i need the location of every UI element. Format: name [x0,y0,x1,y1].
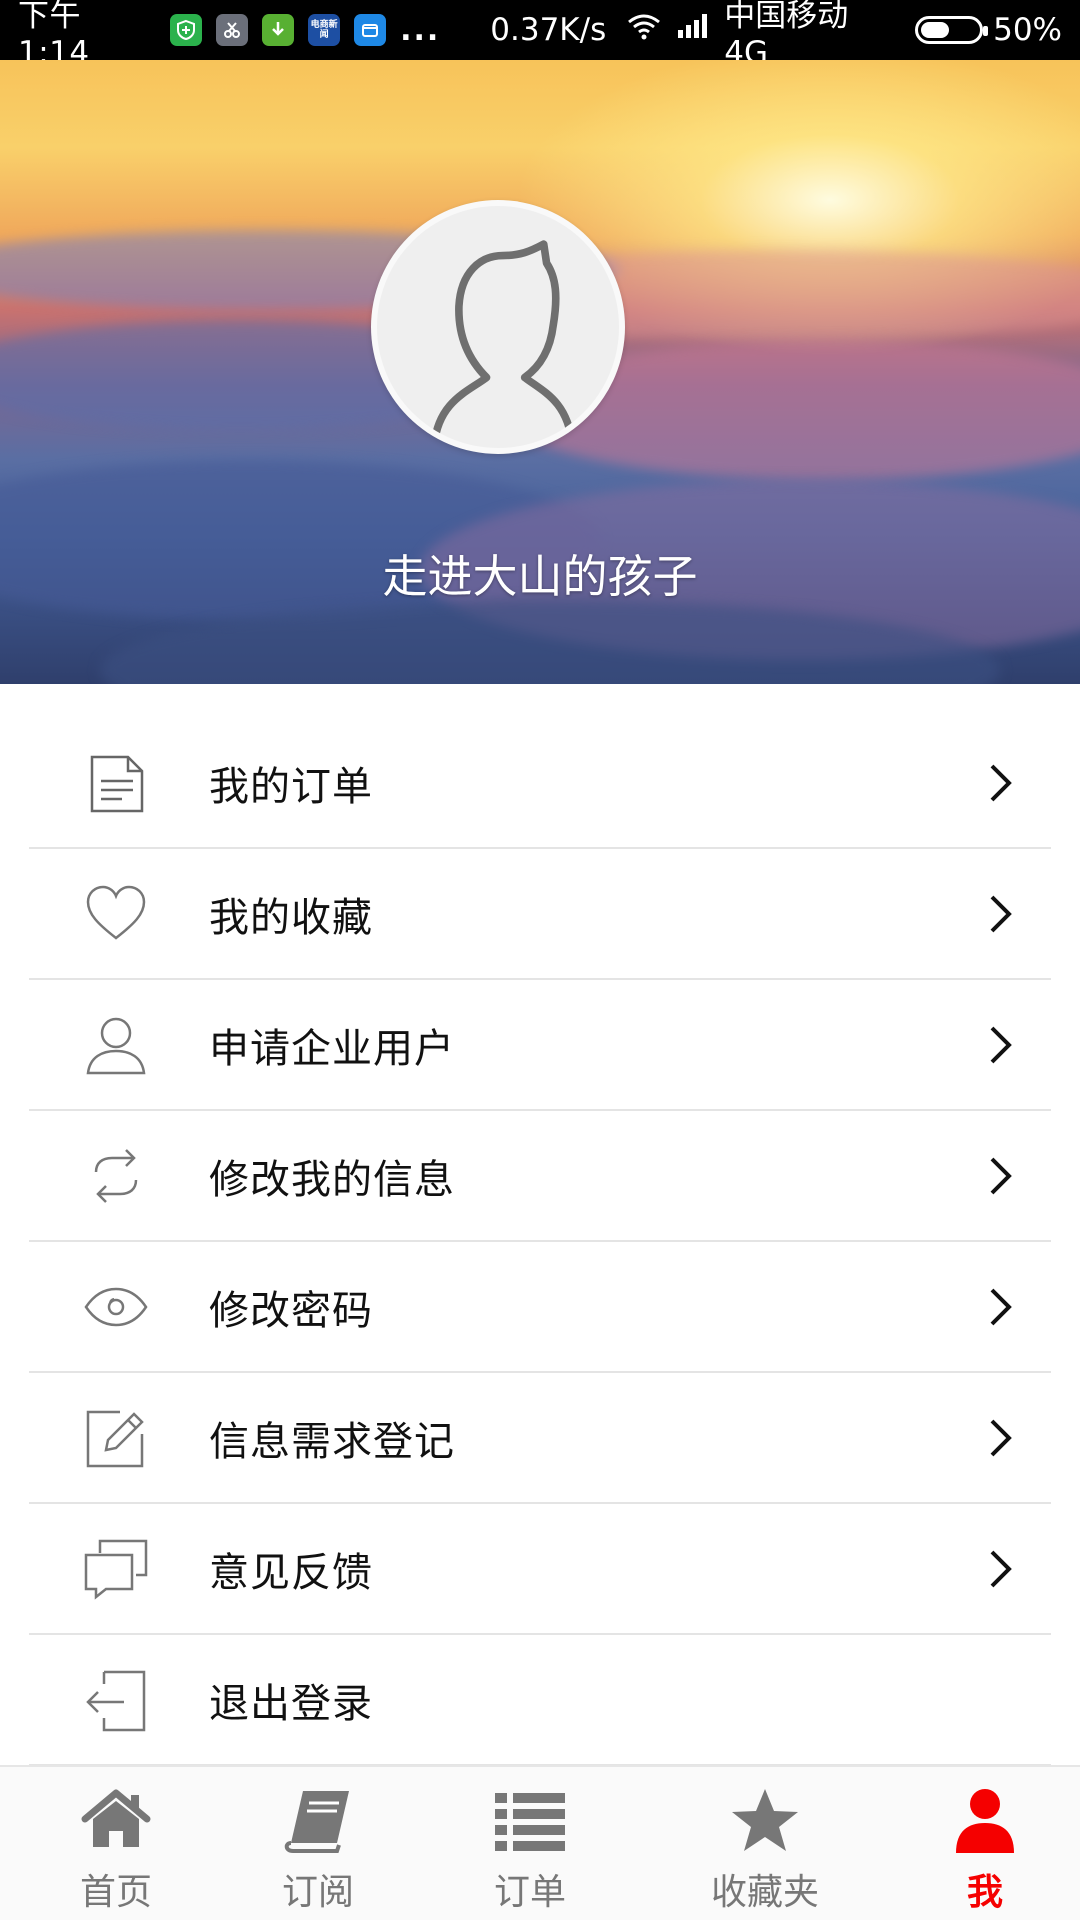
logout-icon [84,1668,148,1732]
tab-label: 订单 [493,1872,566,1913]
menu-item-logout[interactable]: 退出登录 [29,1635,1051,1766]
tab-label: 我 [966,1872,1003,1913]
shield-icon [170,14,203,46]
download-icon [262,14,295,46]
menu-item-my-orders[interactable]: 我的订单 [29,718,1051,849]
menu-item-label: 意见反馈 [209,1549,373,1596]
tab-orders[interactable]: 订单 [480,1767,580,1920]
menu-item-change-password[interactable]: 修改密码 [29,1242,1051,1373]
chevron-right-icon [989,1025,1013,1065]
menu-item-edit-info[interactable]: 修改我的信息 [29,1111,1051,1242]
heart-icon [84,882,148,946]
network-speed: 0.37K/s [490,12,607,48]
home-icon [79,1787,153,1853]
document-icon [84,751,148,815]
battery-icon [915,16,989,44]
status-bar: 下午1:14 电商新闻 ... 0.37K/s 中国移动 4G 50% [0,0,1080,71]
menu-list: 我的订单 我的收藏 申请企业用户 修改我的信息 修改密码 信息需求登记 意见反馈… [0,718,1080,1766]
person-icon [948,1787,1022,1853]
profile-header: 走进大山的孩子 [0,60,1080,684]
tab-home[interactable]: 首页 [66,1767,166,1920]
files-app-icon [354,14,387,46]
menu-item-label: 我的收藏 [209,894,373,941]
tab-me[interactable]: 我 [935,1767,1035,1920]
chevron-right-icon [989,1418,1013,1458]
tab-favorites[interactable]: 收藏夹 [700,1767,830,1920]
menu-item-label: 信息需求登记 [209,1418,455,1465]
wifi-icon [626,12,662,48]
menu-item-info-registration[interactable]: 信息需求登记 [29,1373,1051,1504]
list-icon [493,1787,567,1853]
menu-item-apply-enterprise[interactable]: 申请企业用户 [29,980,1051,1111]
bottom-tab-bar: 首页 订阅 订单 收藏夹 我 [0,1765,1080,1920]
chevron-right-icon [989,1287,1013,1327]
chevron-right-icon [989,1156,1013,1196]
chevron-right-icon [989,763,1013,803]
star-icon [728,1787,802,1853]
menu-item-label: 申请企业用户 [209,1025,455,1072]
menu-item-my-favorites[interactable]: 我的收藏 [29,849,1051,980]
username: 走进大山的孩子 [382,550,698,603]
tab-label: 收藏夹 [710,1872,819,1913]
battery-level [921,22,950,38]
menu-item-label: 修改我的信息 [209,1156,455,1203]
news-app-icon: 电商新闻 [308,14,341,46]
menu-item-label: 退出登录 [209,1680,373,1727]
tab-label: 订阅 [281,1872,354,1913]
sync-icon [84,1144,148,1208]
feedback-icon [84,1537,148,1601]
battery-percent: 50% [993,12,1062,48]
avatar[interactable] [371,200,625,454]
signal-icon [676,12,710,48]
app-scissors-icon [216,14,249,46]
menu-item-label: 我的订单 [209,763,373,810]
menu-item-feedback[interactable]: 意见反馈 [29,1504,1051,1635]
chevron-right-icon [989,1549,1013,1589]
book-icon [281,1787,355,1853]
tab-label: 首页 [79,1872,152,1913]
tab-subscribe[interactable]: 订阅 [268,1767,368,1920]
menu-item-label: 修改密码 [209,1287,373,1334]
edit-icon [84,1406,148,1470]
more-notifications: ... [400,12,441,48]
user-icon [84,1013,148,1077]
eye-icon [84,1275,148,1339]
chevron-right-icon [989,894,1013,934]
